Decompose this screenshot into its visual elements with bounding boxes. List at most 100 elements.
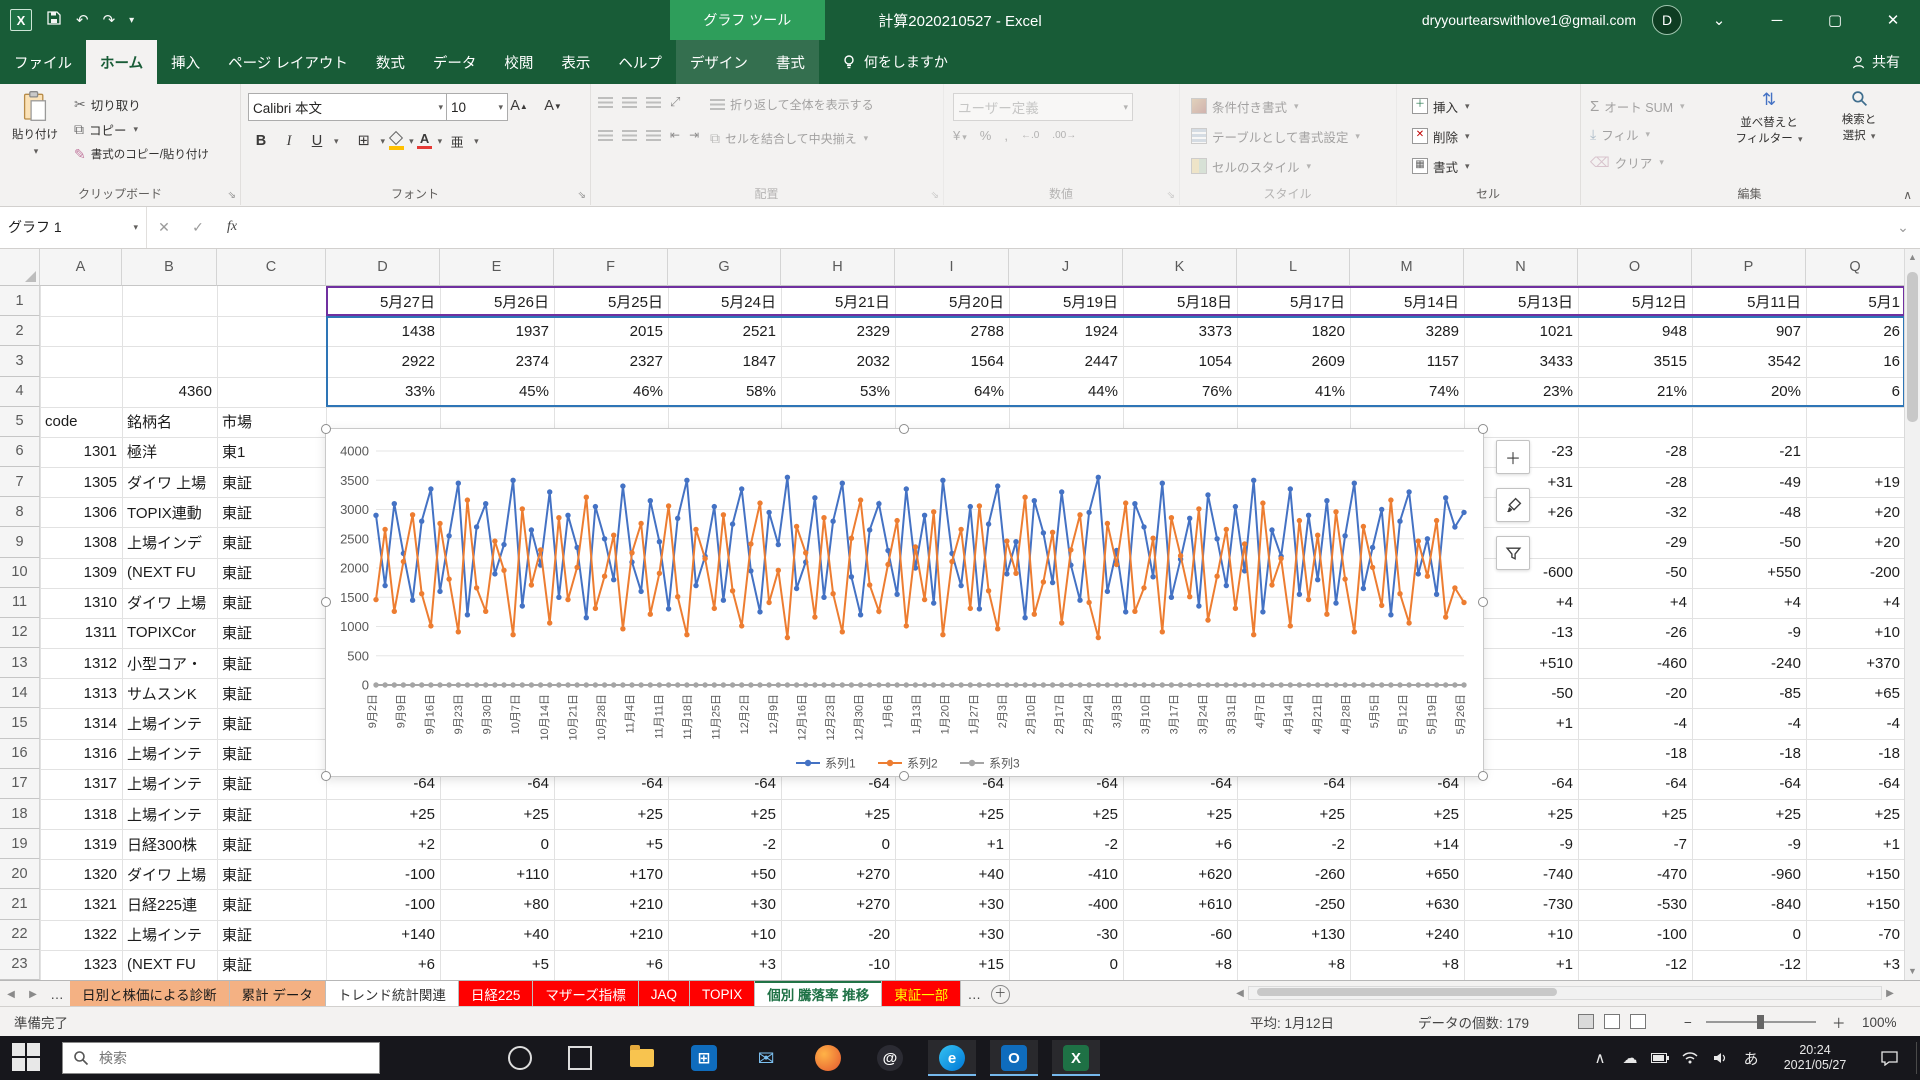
cell-G21[interactable]: +30 <box>668 889 781 919</box>
cell-P1[interactable]: 5月11日 <box>1692 286 1806 316</box>
cell-E22[interactable]: +40 <box>440 920 554 950</box>
cell-N2[interactable]: 1021 <box>1464 316 1578 346</box>
cell-C23[interactable]: 東証 <box>217 950 326 980</box>
align-top-icon[interactable] <box>598 97 613 108</box>
cell-O3[interactable]: 3515 <box>1578 346 1692 376</box>
close-button[interactable]: ✕ <box>1872 0 1914 40</box>
format-painter-button[interactable]: ✎書式のコピー/貼り付け <box>74 142 209 166</box>
cell-M3[interactable]: 1157 <box>1350 346 1464 376</box>
cell-O17[interactable]: -64 <box>1578 769 1692 799</box>
taskbar-search[interactable] <box>62 1042 380 1074</box>
maximize-button[interactable]: ▢ <box>1814 0 1856 40</box>
cell-A13[interactable]: 1312 <box>40 648 122 678</box>
cell-P18[interactable]: +25 <box>1692 799 1806 829</box>
cell-C7[interactable]: 東証 <box>217 467 326 497</box>
cell-E20[interactable]: +110 <box>440 859 554 889</box>
sheet-tab-日別と株価による診断[interactable]: 日別と株価による診断 <box>70 981 230 1007</box>
cell-F2[interactable]: 2015 <box>554 316 668 346</box>
increase-indent-icon[interactable]: ⇥ <box>689 128 699 142</box>
cell-C9[interactable]: 東証 <box>217 527 326 557</box>
sheet-nav-next-icon[interactable]: ▶ <box>22 981 44 1007</box>
cell-C16[interactable]: 東証 <box>217 739 326 769</box>
row-header-14[interactable]: 14 <box>0 678 40 708</box>
cortana-icon[interactable] <box>496 1040 544 1076</box>
cell-O15[interactable]: -4 <box>1578 708 1692 738</box>
conditional-formatting-button[interactable]: 条件付き書式▾ <box>1191 94 1299 118</box>
cell-I23[interactable]: +15 <box>895 950 1009 980</box>
currency-format-icon[interactable]: ¥▾ <box>953 128 967 143</box>
cell-P16[interactable]: -18 <box>1692 739 1806 769</box>
cell-G20[interactable]: +50 <box>668 859 781 889</box>
sheet-tab-TOPIX[interactable]: TOPIX <box>690 981 755 1007</box>
cell-G2[interactable]: 2521 <box>668 316 781 346</box>
cell-C12[interactable]: 東証 <box>217 618 326 648</box>
zoom-out-icon[interactable]: − <box>1684 1007 1692 1037</box>
cell-D4[interactable]: 33% <box>326 377 440 407</box>
cell-O2[interactable]: 948 <box>1578 316 1692 346</box>
row-header-22[interactable]: 22 <box>0 920 40 950</box>
cell-styles-button[interactable]: セルのスタイル▾ <box>1191 154 1311 178</box>
ribbon-tab-ページ レイアウト[interactable]: ページ レイアウト <box>214 40 362 84</box>
column-header-F[interactable]: F <box>554 248 668 286</box>
cell-P7[interactable]: -49 <box>1692 467 1806 497</box>
cell-D1[interactable]: 5月27日 <box>326 286 440 316</box>
cell-A14[interactable]: 1313 <box>40 678 122 708</box>
cell-B19[interactable]: 日経300株 <box>122 829 217 859</box>
cell-Q12[interactable]: +10 <box>1806 618 1905 648</box>
align-left-icon[interactable] <box>598 130 613 141</box>
page-layout-view-icon[interactable] <box>1604 1014 1620 1029</box>
cell-Q22[interactable]: -70 <box>1806 920 1905 950</box>
cell-K22[interactable]: -60 <box>1123 920 1237 950</box>
cell-Q8[interactable]: +20 <box>1806 497 1905 527</box>
cell-N18[interactable]: +25 <box>1464 799 1578 829</box>
decrease-decimal-icon[interactable]: .00→ <box>1052 130 1076 141</box>
scroll-left-icon[interactable]: ◀ <box>1232 988 1248 999</box>
cell-P13[interactable]: -240 <box>1692 648 1806 678</box>
cell-P19[interactable]: -9 <box>1692 829 1806 859</box>
cell-C8[interactable]: 東証 <box>217 497 326 527</box>
column-header-G[interactable]: G <box>668 248 781 286</box>
phonetic-guide-button[interactable]: 亜 <box>444 128 470 154</box>
italic-button[interactable]: I <box>276 128 302 154</box>
cell-J4[interactable]: 44% <box>1009 377 1123 407</box>
cell-A11[interactable]: 1310 <box>40 588 122 618</box>
column-header-A[interactable]: A <box>40 248 122 286</box>
action-center-icon[interactable] <box>1872 1036 1906 1080</box>
cell-Q14[interactable]: +65 <box>1806 678 1905 708</box>
cell-A12[interactable]: 1311 <box>40 618 122 648</box>
cell-O16[interactable]: -18 <box>1578 739 1692 769</box>
cell-O14[interactable]: -20 <box>1578 678 1692 708</box>
cell-K4[interactable]: 76% <box>1123 377 1237 407</box>
cell-I1[interactable]: 5月20日 <box>895 286 1009 316</box>
cell-I19[interactable]: +1 <box>895 829 1009 859</box>
cell-A23[interactable]: 1323 <box>40 950 122 980</box>
cell-Q2[interactable]: 26 <box>1806 316 1905 346</box>
clear-button[interactable]: ⌫クリア▾ <box>1590 150 1664 174</box>
cell-B6[interactable]: 極洋 <box>122 437 217 467</box>
cell-G4[interactable]: 58% <box>668 377 781 407</box>
cell-Q1[interactable]: 5月1 <box>1806 286 1905 316</box>
cell-O23[interactable]: -12 <box>1578 950 1692 980</box>
cell-F3[interactable]: 2327 <box>554 346 668 376</box>
cell-J3[interactable]: 2447 <box>1009 346 1123 376</box>
cell-O12[interactable]: -26 <box>1578 618 1692 648</box>
row-header-12[interactable]: 12 <box>0 618 40 648</box>
cell-F4[interactable]: 46% <box>554 377 668 407</box>
row-header-2[interactable]: 2 <box>0 316 40 346</box>
expand-formula-bar-icon[interactable]: ⌄ <box>1886 206 1920 248</box>
page-break-view-icon[interactable] <box>1630 1014 1646 1029</box>
cell-P21[interactable]: -840 <box>1692 889 1806 919</box>
cell-G23[interactable]: +3 <box>668 950 781 980</box>
cell-B12[interactable]: TOPIXCor <box>122 618 217 648</box>
cell-N3[interactable]: 3433 <box>1464 346 1578 376</box>
cell-B16[interactable]: 上場インテ <box>122 739 217 769</box>
ribbon-tab-file[interactable]: ファイル <box>0 40 86 84</box>
row-header-19[interactable]: 19 <box>0 829 40 859</box>
select-all-corner[interactable] <box>0 248 40 286</box>
cell-Q19[interactable]: +1 <box>1806 829 1905 859</box>
cell-F20[interactable]: +170 <box>554 859 668 889</box>
increase-decimal-icon[interactable]: ←.0 <box>1021 130 1039 141</box>
format-cells-button[interactable]: ▦書式▾ <box>1412 154 1470 178</box>
cell-A18[interactable]: 1318 <box>40 799 122 829</box>
cell-P9[interactable]: -50 <box>1692 527 1806 557</box>
